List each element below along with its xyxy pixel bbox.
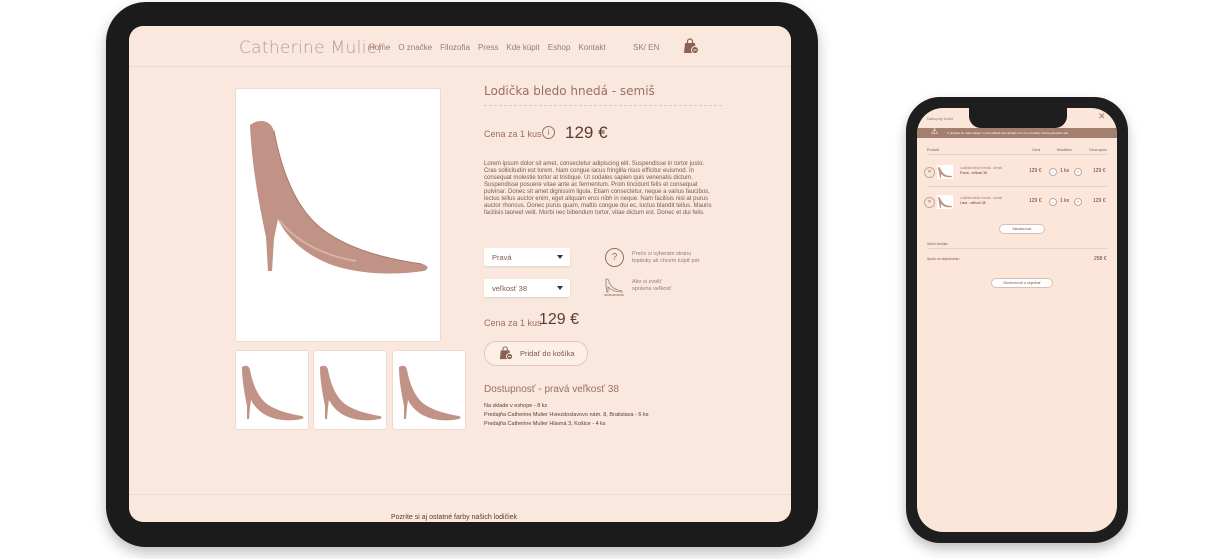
main-nav: Home O značke Filozofia Press Kde kúpit …	[369, 43, 606, 52]
warning-icon: ⚠	[931, 127, 939, 136]
price-value: 129 €	[565, 123, 608, 142]
footer-text: Pozrite si aj ostatné farby našich lodič…	[391, 514, 518, 521]
item-total: 129 €	[1093, 198, 1106, 204]
item-name: Lodička bledo hnedá - semiš	[960, 196, 1002, 200]
checkout-button[interactable]: Skontrolovať a objednať	[991, 278, 1053, 288]
info-icon[interactable]: i	[542, 126, 555, 139]
item-qty: 1 ks	[1060, 168, 1070, 174]
size-select[interactable]: veľkosť 38	[484, 279, 570, 297]
shopping-bag-icon	[499, 346, 513, 360]
chevron-down-icon	[557, 286, 563, 290]
warning-bar: ⚠ V prípade že máte záujem o pár lodičie…	[917, 127, 1117, 138]
help-side-link[interactable]: Prečo si vyberám stranu topánky ak chcem…	[632, 251, 712, 265]
table-row: ✕ Lodička bledo hnedá - semiš Pravá - ve…	[917, 160, 1117, 184]
nav-press[interactable]: Press	[478, 43, 498, 52]
brand-logo[interactable]: Catherine Mulier	[239, 38, 385, 58]
language-switch[interactable]: SK/ EN	[633, 43, 659, 52]
add-to-cart-label: Pridať do košíka	[520, 349, 575, 358]
item-price: 129 €	[1029, 168, 1042, 174]
price-label-2: Cena za 1 kus	[484, 318, 542, 328]
shoe-thumbnail	[399, 365, 461, 421]
row-divider	[927, 186, 1107, 187]
col-price: Cena	[1032, 148, 1041, 152]
size-select-value: veľkosť 38	[492, 284, 528, 293]
warning-text: V prípade že máte záujem o pár lodičiek …	[947, 131, 1069, 135]
add-to-cart-button[interactable]: Pridať do košíka	[484, 341, 588, 366]
side-select-value: Pravá	[492, 253, 512, 262]
item-total: 129 €	[1093, 168, 1106, 174]
table-row: ✕ Lodička bledo hnedá - semiš Ľavá - veľ…	[917, 190, 1117, 214]
availability-line: Na sklade v eshope - 8 ks	[484, 403, 548, 409]
summary-label: Súhrn košíka	[927, 242, 948, 246]
nav-philosophy[interactable]: Filozofia	[440, 43, 470, 52]
shoe-thumbnail	[242, 365, 304, 421]
nav-contact[interactable]: Kontakt	[578, 43, 605, 52]
product-thumbnail-3[interactable]	[392, 350, 466, 430]
nav-where-to-buy[interactable]: Kde kúpit	[506, 43, 539, 52]
product-thumbnail	[937, 165, 953, 179]
availability-line: Predajňa Catherine Mulier Hlavná 3, Koši…	[484, 421, 606, 427]
availability-line: Predajňa Catherine Mulier Hviezdoslavovo…	[484, 412, 649, 418]
product-description: Lorem ipsum dolor sit amet, consectetur …	[484, 161, 712, 216]
col-quantity: Množstvo	[1057, 148, 1072, 152]
shoe-thumbnail	[320, 365, 382, 421]
table-divider	[927, 154, 1107, 155]
nav-about[interactable]: O značke	[398, 43, 432, 52]
decrease-button[interactable]: –	[1049, 198, 1057, 206]
close-icon[interactable]: ✕	[1098, 111, 1106, 122]
order-total-label: Spolu za objednávku	[927, 257, 960, 261]
item-price: 129 €	[1029, 198, 1042, 204]
tablet-screen: Catherine Mulier Home O značke Filozofia…	[129, 26, 791, 522]
item-variant: Ľavá - veľkosť 38	[960, 201, 986, 205]
col-product: Produkt	[927, 148, 940, 152]
item-name: Lodička bledo hnedá - semiš	[960, 166, 1002, 170]
nav-eshop[interactable]: Eshop	[548, 43, 571, 52]
product-main-image[interactable]	[235, 88, 441, 342]
side-select[interactable]: Pravá	[484, 248, 570, 266]
product-title: Lodička bledo hnedá - semiš	[484, 84, 655, 98]
help-size-link[interactable]: Ako si zvoliť správnu veľkosť	[632, 279, 682, 293]
availability-title: Dostupnosť - pravá veľkosť 38	[484, 384, 619, 395]
title-divider	[484, 105, 722, 106]
price-label: Cena za 1 kus	[484, 129, 542, 139]
size-guide-icon[interactable]	[603, 277, 625, 297]
item-qty: 1 ks	[1060, 198, 1070, 204]
chevron-down-icon	[557, 255, 563, 259]
phone-notch	[969, 108, 1067, 128]
shoe-image	[250, 121, 428, 274]
order-total-value: 258 €	[1094, 256, 1107, 262]
product-thumbnail	[937, 195, 953, 209]
nav-home[interactable]: Home	[369, 43, 390, 52]
shopping-bag-icon[interactable]	[683, 38, 699, 54]
item-variant: Pravá - veľkosť 38	[960, 171, 987, 175]
increase-button[interactable]: +	[1074, 198, 1082, 206]
col-total: Cena spolu	[1089, 148, 1107, 152]
phone-screen: Nákupný košík ✕ ⚠ V prípade že máte záuj…	[917, 108, 1117, 532]
question-icon[interactable]: ?	[605, 248, 624, 267]
update-cart-button[interactable]: Aktualizovať	[999, 224, 1045, 234]
remove-item-button[interactable]: ✕	[924, 197, 935, 208]
footer-divider	[129, 494, 791, 495]
price-value-2: 129 €	[539, 311, 580, 328]
summary-divider	[927, 248, 1107, 249]
product-thumbnail-2[interactable]	[313, 350, 387, 430]
cart-title: Nákupný košík	[927, 116, 954, 121]
decrease-button[interactable]: –	[1049, 168, 1057, 176]
increase-button[interactable]: +	[1074, 168, 1082, 176]
remove-item-button[interactable]: ✕	[924, 167, 935, 178]
product-thumbnail-1[interactable]	[235, 350, 309, 430]
